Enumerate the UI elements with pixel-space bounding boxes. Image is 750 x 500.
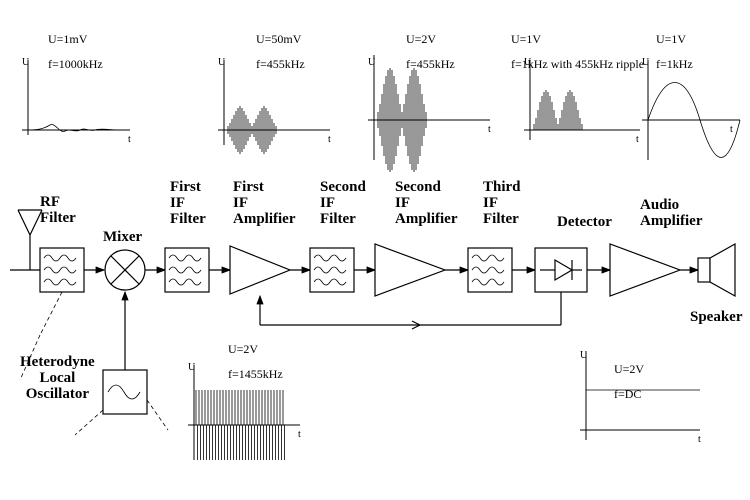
svg-text:t: t (698, 434, 701, 445)
svg-text:U: U (188, 362, 196, 373)
svg-text:t: t (730, 124, 733, 135)
block-second-if-filter (310, 248, 354, 292)
svg-text:U: U (368, 57, 376, 68)
svg-text:t: t (328, 134, 331, 145)
waveform-detected: U t (524, 57, 640, 145)
block-third-if-filter (468, 248, 512, 292)
waveform-second-if: U t (368, 55, 491, 172)
waveform-audio: U t (642, 57, 740, 160)
block-first-if-filter (165, 248, 209, 292)
block-rf-filter (40, 248, 84, 292)
svg-text:U: U (642, 57, 650, 68)
svg-text:U: U (22, 57, 30, 68)
block-first-if-amp (230, 246, 290, 294)
diagram-canvas: U t U t U t U t (0, 0, 750, 500)
svg-text:t: t (636, 134, 639, 145)
block-second-if-amp (375, 244, 445, 296)
block-mixer (105, 250, 145, 290)
svg-text:t: t (128, 134, 131, 145)
waveform-agc: U t (580, 350, 701, 445)
block-audio-amp (610, 244, 680, 296)
svg-text:U: U (218, 57, 226, 68)
speaker-icon (698, 244, 735, 296)
waveform-lo: U t (188, 362, 301, 460)
feedback-agc (260, 292, 561, 329)
block-local-osc (103, 370, 147, 414)
svg-text:U: U (580, 350, 588, 361)
svg-text:t: t (298, 429, 301, 440)
antenna-icon (18, 210, 42, 270)
waveform-rf: U t (22, 57, 131, 145)
svg-text:U: U (524, 57, 532, 68)
waveform-first-if: U t (218, 57, 331, 154)
svg-text:t: t (488, 124, 491, 135)
block-detector (535, 248, 587, 292)
